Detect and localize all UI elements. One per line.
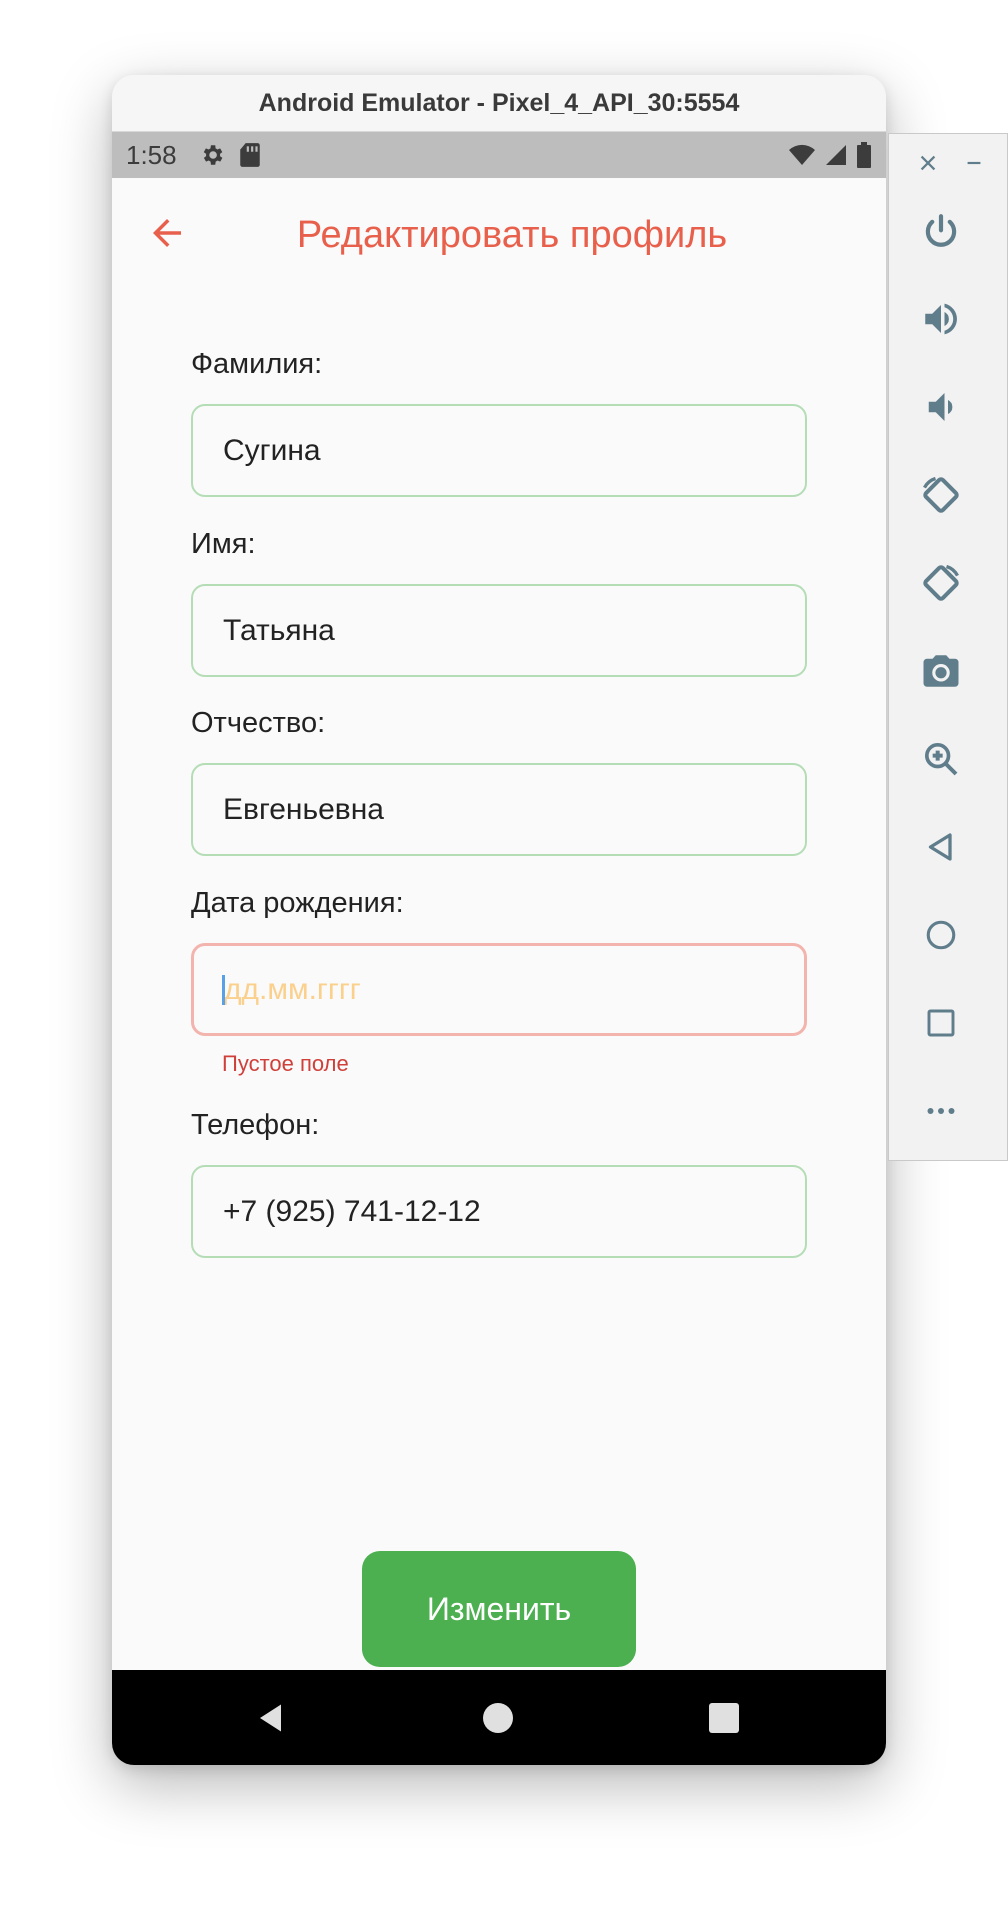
last-name-field[interactable] [191,404,807,497]
power-icon [925,214,957,247]
volume-down-button[interactable] [917,383,965,431]
gear-icon [203,145,223,165]
overview-icon [927,1009,955,1037]
back-icon [928,833,952,861]
rotate-right-icon [923,564,959,601]
wifi-icon [789,144,815,165]
volume-up-icon [925,303,957,335]
back-arrow-icon[interactable] [146,212,188,254]
overview-button[interactable] [917,999,965,1047]
sd-card-icon [239,143,260,167]
more-icon [927,1108,955,1114]
birth-date-error: Пустое поле [222,1051,349,1076]
phone-field[interactable] [191,1165,807,1258]
rotate-right-button[interactable] [917,559,965,607]
android-status-bar: 1:58 [112,132,886,178]
birth-date-label: Дата рождения: [191,887,404,919]
close-icon[interactable] [917,152,939,174]
home-icon [926,920,956,950]
more-button[interactable] [917,1087,965,1135]
patronymic-field[interactable] [191,763,807,856]
zoom-icon [925,743,958,776]
emulator-side-panel [888,133,1008,1161]
android-nav-bar [112,1670,886,1765]
nav-overview-icon[interactable] [706,1700,742,1736]
birth-date-field[interactable] [191,943,807,1036]
emulator-window: Android Emulator - Pixel_4_API_30:5554 1… [112,75,886,1765]
rotate-left-button[interactable] [917,471,965,519]
first-name-label: Имя: [191,528,256,560]
submit-button[interactable]: Изменить [362,1551,636,1667]
camera-icon [923,655,959,687]
nav-back-icon[interactable] [254,1700,290,1736]
last-name-label: Фамилия: [191,348,323,380]
home-button[interactable] [917,911,965,959]
rotate-left-icon [923,476,959,513]
first-name-field[interactable] [191,584,807,677]
status-time: 1:58 [126,139,177,170]
app-screen: Редактировать профиль Фамилия: Имя: Отче… [112,178,886,1670]
zoom-button[interactable] [917,735,965,783]
power-button[interactable] [917,208,965,256]
nav-home-icon[interactable] [480,1700,516,1736]
window-title: Android Emulator - Pixel_4_API_30:5554 [258,88,740,117]
app-bar: Редактировать профиль [112,178,886,290]
volume-up-button[interactable] [917,295,965,343]
text-caret [222,975,225,1005]
minimize-icon[interactable] [963,152,985,174]
side-panel-header [889,148,1008,178]
back-button[interactable] [917,823,965,871]
volume-down-icon [928,393,953,421]
page-title: Редактировать профиль [296,214,728,256]
screenshot-button[interactable] [917,647,965,695]
window-title-bar: Android Emulator - Pixel_4_API_30:5554 [112,75,886,132]
signal-icon [826,145,846,165]
battery-icon [857,142,871,168]
phone-label: Телефон: [191,1109,320,1141]
patronymic-label: Отчество: [191,707,326,739]
